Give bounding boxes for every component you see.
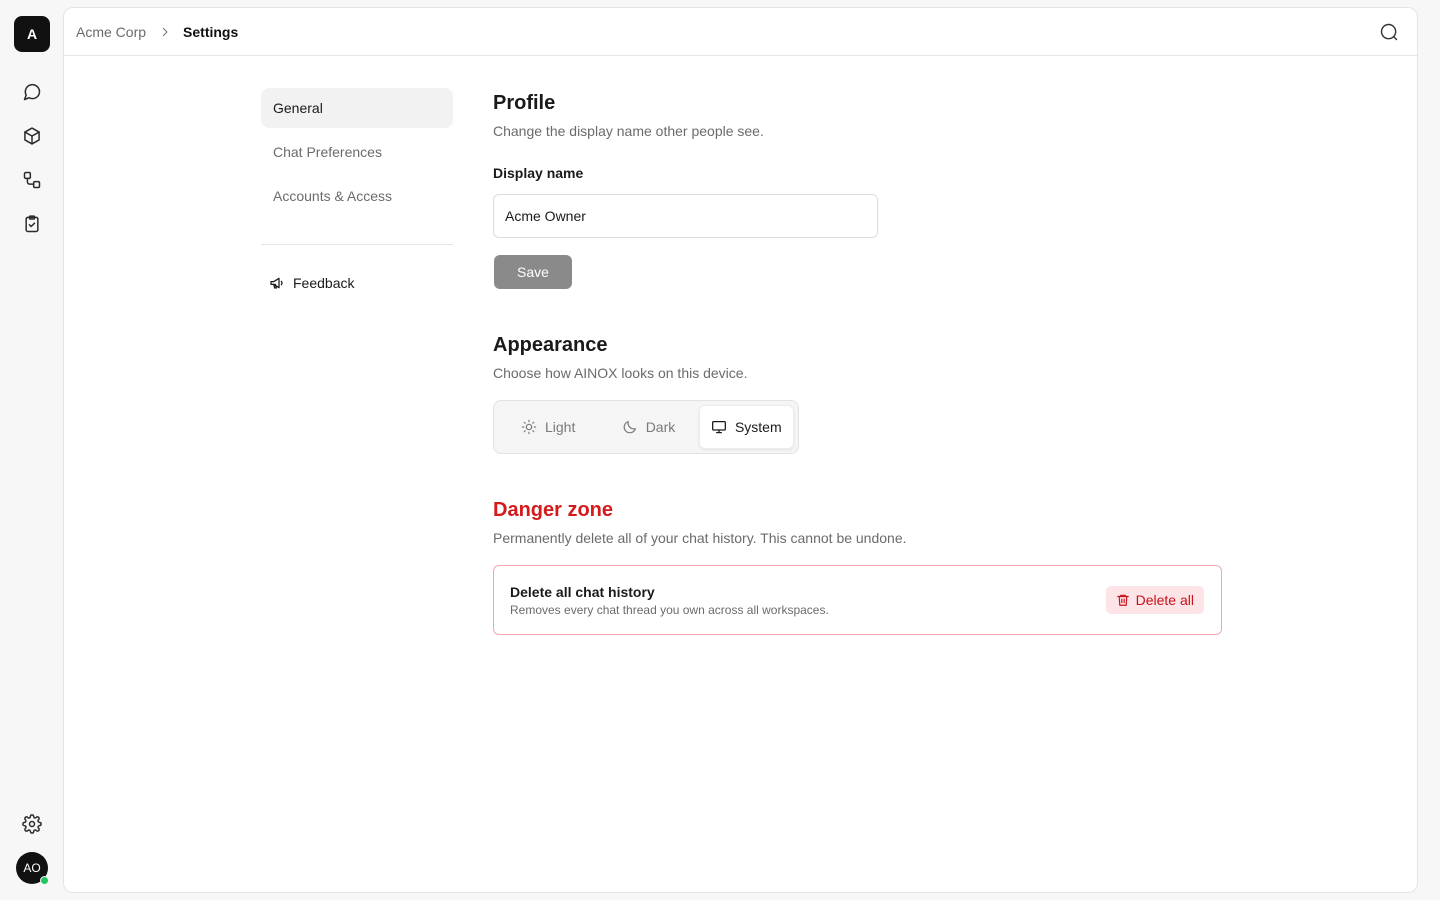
theme-option-label: Dark	[645, 419, 676, 435]
appearance-section: Appearance Choose how AINOX looks on thi…	[493, 332, 1223, 454]
theme-option-label: System	[734, 419, 782, 435]
workspace-logo[interactable]: A	[14, 16, 50, 52]
gear-icon	[22, 814, 42, 834]
profile-title: Profile	[493, 92, 556, 114]
top-bar: Acme Corp Settings	[64, 8, 1417, 56]
megaphone-icon	[270, 277, 283, 289]
left-rail: A AO	[0, 0, 64, 900]
breadcrumb-workspace[interactable]: Acme Corp	[76, 24, 146, 40]
appearance-title: Appearance	[493, 334, 608, 356]
danger-zone-description: Permanently delete all of your chat hist…	[493, 530, 907, 546]
settings-nav-label: General	[273, 100, 323, 116]
theme-option-light[interactable]: Light	[498, 405, 598, 449]
chat-bubble-icon	[23, 83, 41, 101]
monitor-icon	[711, 421, 726, 434]
save-button[interactable]: Save	[494, 255, 572, 289]
clipboard-check-icon	[25, 215, 39, 233]
tasks-nav-button[interactable]	[18, 210, 46, 238]
trash-icon	[1116, 594, 1129, 606]
display-name-input[interactable]	[493, 194, 878, 238]
chat-nav-button[interactable]	[18, 78, 46, 106]
moon-icon	[623, 421, 636, 434]
danger-zone-section: Danger zone Permanently delete all of yo…	[493, 497, 1223, 635]
delete-history-card: Delete all chat history Removes every ch…	[493, 565, 1222, 635]
settings-nav-divider	[261, 244, 453, 245]
workflows-nav-button[interactable]	[18, 166, 46, 194]
display-name-label: Display name	[493, 165, 584, 181]
main-panel: Acme Corp Settings General Chat Preferen…	[63, 7, 1418, 893]
chevron-right-icon	[159, 26, 171, 38]
settings-nav: General Chat Preferences Accounts & Acce…	[261, 88, 453, 303]
danger-zone-title: Danger zone	[493, 499, 614, 521]
profile-section: Profile Change the display name other pe…	[493, 90, 1223, 289]
delete-history-subtitle: Removes every chat thread you own across…	[510, 603, 829, 617]
models-nav-button[interactable]	[18, 122, 46, 150]
search-icon	[1380, 23, 1398, 41]
delete-history-title: Delete all chat history	[510, 584, 655, 600]
delete-all-label: Delete all	[1135, 592, 1194, 608]
sun-icon	[521, 419, 537, 435]
search-button[interactable]	[1377, 20, 1401, 44]
settings-content: Profile Change the display name other pe…	[493, 90, 1223, 635]
feedback-label: Feedback	[293, 275, 355, 291]
theme-selector: Light Dark System	[493, 400, 799, 454]
settings-nav-label: Chat Preferences	[273, 144, 382, 160]
settings-nav-chat-preferences[interactable]: Chat Preferences	[261, 132, 453, 172]
theme-option-label: Light	[544, 419, 576, 435]
profile-description: Change the display name other people see…	[493, 123, 764, 139]
workflow-icon	[23, 171, 41, 189]
settings-nav-label: Accounts & Access	[273, 188, 393, 204]
cube-icon	[24, 127, 40, 145]
breadcrumb-current: Settings	[183, 23, 239, 40]
settings-nav-button[interactable]	[18, 810, 46, 838]
feedback-link[interactable]: Feedback	[261, 263, 453, 303]
theme-option-system[interactable]: System	[698, 405, 794, 449]
settings-nav-general[interactable]: General	[261, 88, 453, 128]
presence-indicator	[40, 876, 49, 885]
delete-all-button[interactable]: Delete all	[1105, 586, 1204, 614]
appearance-description: Choose how AINOX looks on this device.	[493, 365, 748, 381]
theme-option-dark[interactable]: Dark	[598, 405, 698, 449]
settings-nav-accounts-access[interactable]: Accounts & Access	[261, 176, 453, 216]
